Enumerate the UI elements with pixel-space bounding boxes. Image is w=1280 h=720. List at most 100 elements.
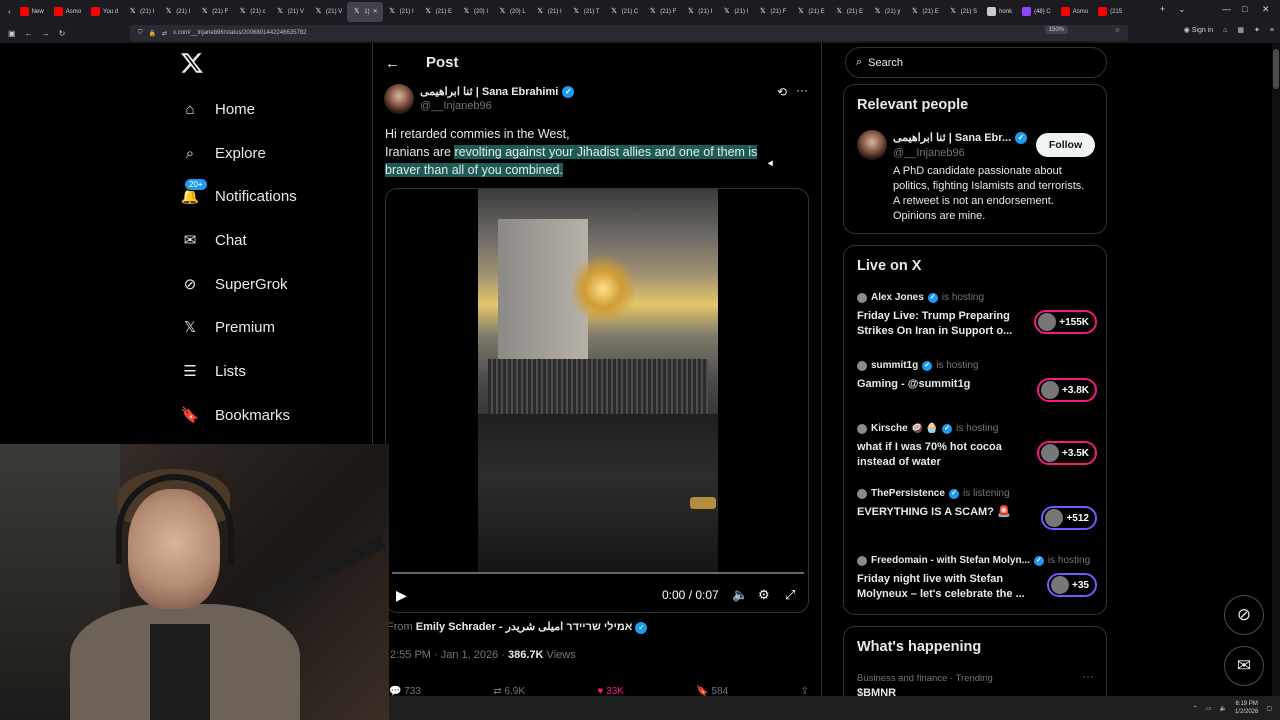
live-listeners-pill[interactable]: +3.5K: [1037, 441, 1097, 465]
live-host-name[interactable]: Kirsche 🥥 🧁: [871, 423, 938, 434]
new-tab-icon[interactable]: +: [1160, 4, 1165, 14]
browser-tab[interactable]: 𝕏 (21) c: [233, 2, 270, 22]
maximize-icon[interactable]: □: [1242, 4, 1247, 14]
browser-tab[interactable]: You d: [86, 2, 123, 22]
live-host[interactable]: Kirsche 🥥 🧁 ✓ is hosting: [857, 423, 1097, 434]
browser-tab[interactable]: 𝕏 1) ✕: [347, 1, 383, 22]
menu-icon[interactable]: ≡: [1270, 27, 1274, 34]
extension-puzzle-icon[interactable]: ✦: [1254, 26, 1260, 34]
x-logo-icon[interactable]: [180, 51, 204, 75]
url-text[interactable]: x.com/__Injaneb96/status/200680144224663…: [173, 30, 306, 36]
video-progress-bar[interactable]: [392, 572, 804, 574]
browser-tab[interactable]: (215: [1093, 2, 1127, 22]
tray-chevron-icon[interactable]: ⌃: [1193, 705, 1198, 712]
more-options-icon[interactable]: ···: [796, 83, 808, 97]
share-icon[interactable]: ⇪: [801, 686, 809, 696]
address-bar[interactable]: ⛉ 🔒 ⇄ x.com/__Injaneb96/status/200680144…: [130, 25, 1128, 41]
search-box[interactable]: ⌕ Search: [845, 47, 1107, 78]
live-title-text[interactable]: what if I was 70% hot cocoa instead of w…: [857, 440, 1027, 470]
taskbar-clock[interactable]: 6:19 PM 1/2/2026: [1235, 700, 1258, 716]
permissions-icon[interactable]: ⇄: [162, 30, 167, 37]
relevant-person-name-text[interactable]: ثنا ابراهیمی | Sana Ebr...: [893, 131, 1011, 144]
shield-icon[interactable]: ⛉: [138, 30, 143, 37]
like-button[interactable]: ♥ 33K: [597, 686, 624, 696]
fullscreen-icon[interactable]: ⤢: [785, 587, 795, 603]
author-name[interactable]: ثنا ابراهیمی | Sana Ebrahimi ✓: [420, 85, 575, 98]
close-window-icon[interactable]: ✕: [1262, 4, 1270, 15]
live-host-name[interactable]: ThePersistence: [871, 488, 945, 499]
grok-icon[interactable]: ⟲: [777, 85, 787, 99]
live-listeners-pill[interactable]: +155K: [1034, 310, 1097, 334]
bookmark-button[interactable]: 🔖 584: [696, 686, 728, 696]
browser-tab[interactable]: 𝕏 (21) F: [753, 2, 791, 22]
trend-name[interactable]: $BMNR: [857, 687, 896, 696]
back-arrow-icon[interactable]: ←: [385, 55, 400, 72]
minimize-icon[interactable]: —: [1222, 4, 1231, 14]
browser-tab[interactable]: 𝕏 (21) I: [123, 2, 159, 22]
follow-button[interactable]: Follow: [1036, 133, 1095, 157]
browser-tab[interactable]: (48) C: [1017, 2, 1056, 22]
browser-tab[interactable]: 𝕏 (21) E: [905, 2, 943, 22]
reply-button[interactable]: 💬 733: [389, 686, 421, 696]
extensions-icon[interactable]: ⌂: [1223, 27, 1227, 34]
account-icon[interactable]: ◉ Sign in: [1184, 26, 1213, 34]
browser-tab[interactable]: 𝕏 (21) I: [681, 2, 717, 22]
forward-icon[interactable]: →: [42, 29, 50, 38]
video-frame[interactable]: [478, 189, 718, 574]
bookmark-star-icon[interactable]: ☆: [1115, 27, 1120, 34]
source-author-link[interactable]: Emily Schrader - אמילי שריידר امیلی شرید…: [416, 621, 633, 633]
grok-fab-icon[interactable]: ⊘: [1224, 595, 1264, 635]
live-host[interactable]: ThePersistence ✓ is listening: [857, 488, 1097, 499]
avatar[interactable]: [857, 130, 887, 160]
live-title-text[interactable]: EVERYTHING IS A SCAM? 🚨: [857, 505, 1027, 520]
sidebar-item-home[interactable]: ⌂ Home: [180, 97, 255, 121]
live-item[interactable]: summit1g ✓ is hosting Gaming - @summit1g +3.…: [857, 360, 1097, 402]
settings-icon[interactable]: ⚙: [758, 587, 770, 603]
messages-fab-icon[interactable]: ✉: [1224, 646, 1264, 686]
sidebar-toggle-icon[interactable]: ▣: [8, 29, 16, 38]
author-handle[interactable]: @__Injaneb96: [420, 100, 492, 112]
live-listeners-pill[interactable]: +3.8K: [1037, 378, 1097, 402]
live-item[interactable]: ThePersistence ✓ is listening EVERYTHING IS…: [857, 488, 1097, 530]
relevant-person-name[interactable]: ثنا ابراهیمی | Sana Ebr... ✓: [893, 131, 1028, 144]
scrollbar-thumb[interactable]: [1273, 49, 1279, 89]
browser-tab[interactable]: Asmo: [49, 2, 86, 22]
repost-button[interactable]: ⇄ 6.9K: [493, 686, 525, 696]
zoom-level[interactable]: 150%: [1044, 26, 1068, 34]
live-host-name[interactable]: summit1g: [871, 360, 918, 371]
browser-tab[interactable]: Asmo: [1056, 2, 1093, 22]
more-options-icon[interactable]: ···: [1082, 669, 1094, 683]
tab-overflow-icon[interactable]: ⌄: [1178, 4, 1186, 15]
post-time[interactable]: 2:55 PM · Jan 1, 2026 ·: [390, 649, 508, 661]
volume-icon[interactable]: 🔈: [732, 587, 748, 603]
sidebar-item-premium[interactable]: 𝕏 Premium: [180, 315, 275, 339]
sidebar-item-explore[interactable]: ⌕ Explore: [180, 141, 266, 165]
browser-tab[interactable]: 𝕏 (21) I: [383, 2, 419, 22]
browser-tab[interactable]: 𝕏 (21) S: [944, 2, 982, 22]
browser-tab[interactable]: 𝕏 (20) I: [457, 2, 493, 22]
sidebar-item-lists[interactable]: ☰ Lists: [180, 359, 246, 383]
browser-tab[interactable]: 𝕏 (21) E: [419, 2, 457, 22]
live-host[interactable]: Freedomain - with Stefan Molyn... ✓ is hos…: [857, 555, 1097, 566]
browser-tab[interactable]: 𝕏 (21) y: [868, 2, 905, 22]
author-avatar[interactable]: [384, 84, 414, 114]
relevant-person-handle[interactable]: @__Injaneb96: [893, 147, 965, 159]
reload-icon[interactable]: ↻: [59, 29, 66, 38]
browser-tab[interactable]: 𝕏 (21) E: [791, 2, 829, 22]
live-title-text[interactable]: Gaming - @summit1g: [857, 377, 1027, 392]
live-listeners-pill[interactable]: +35: [1047, 573, 1097, 597]
live-host-name[interactable]: Freedomain - with Stefan Molyn...: [871, 555, 1030, 566]
live-title-text[interactable]: Friday Live: Trump Preparing Strikes On …: [857, 309, 1027, 339]
search-input[interactable]: Search: [868, 57, 903, 69]
sidebar-item-bookmarks[interactable]: 🔖 Bookmarks: [180, 403, 290, 427]
lock-icon[interactable]: 🔒: [149, 30, 156, 37]
browser-tab[interactable]: 𝕏 (21) C: [605, 2, 644, 22]
tab-list-icon[interactable]: ‹: [4, 7, 15, 16]
sidebar-item-supergrok[interactable]: ⊘ SuperGrok: [180, 272, 288, 296]
live-item[interactable]: Freedomain - with Stefan Molyn... ✓ is hos…: [857, 555, 1097, 600]
sidebar-item-chat[interactable]: ✉ Chat: [180, 228, 247, 252]
browser-tab[interactable]: 𝕏 (21) E: [830, 2, 868, 22]
notification-center-icon[interactable]: ▢: [1266, 705, 1272, 712]
live-host[interactable]: Alex Jones ✓ is hosting: [857, 292, 1097, 303]
live-title-text[interactable]: Friday night live with Stefan Molyneux –…: [857, 572, 1027, 602]
